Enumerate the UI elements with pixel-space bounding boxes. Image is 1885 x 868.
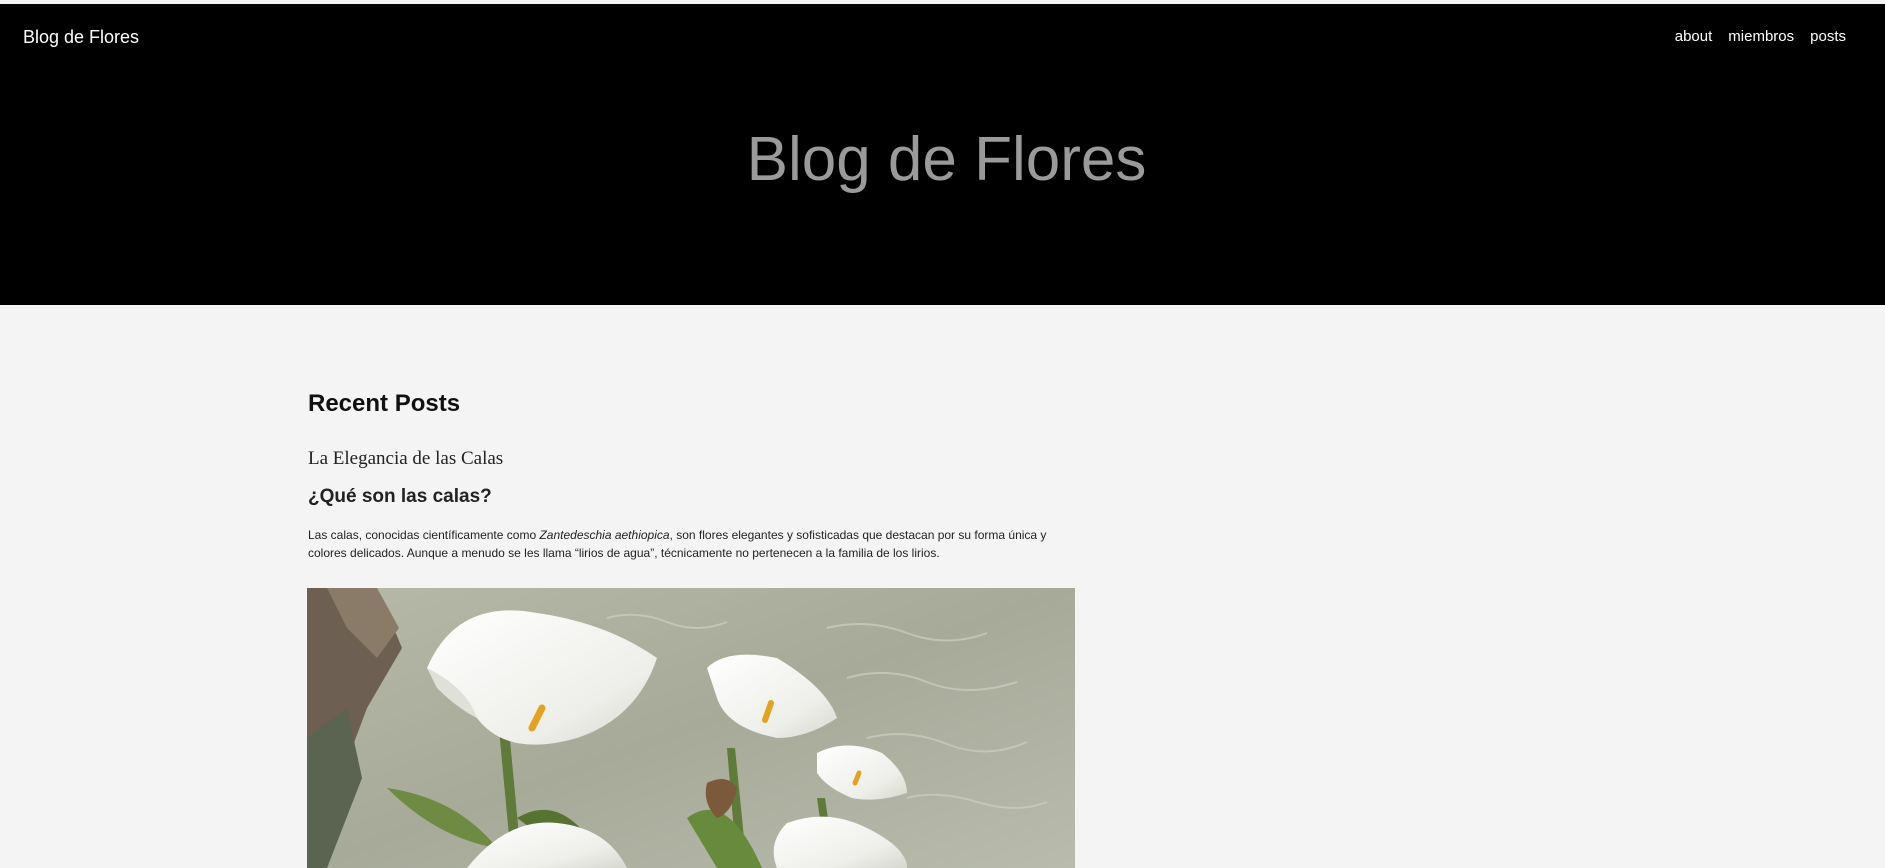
nav-link-about[interactable]: about [1675,28,1713,45]
site-header: Blog de Flores about miembros posts Blog… [0,4,1885,305]
post-heading: ¿Qué son las calas? [308,486,492,507]
hero-title: Blog de Flores [746,125,1147,194]
calla-lily-photo [307,588,1075,868]
nav-link-posts[interactable]: posts [1810,28,1846,45]
post-excerpt-scientific-name: Zantedeschia aethiopica [539,528,670,542]
main-content: Recent Posts La Elegancia de las Calas ¿… [308,390,1075,562]
calla-lily-illustration [307,588,1075,868]
post-excerpt: Las calas, conocidas científicamente com… [308,526,1075,562]
site-brand-link[interactable]: Blog de Flores [23,27,139,48]
section-title: Recent Posts [308,390,461,417]
nav-link-miembros[interactable]: miembros [1728,28,1794,45]
post-excerpt-start: Las calas, conocidas científicamente com… [308,528,540,542]
main-nav: about miembros posts [1675,28,1846,45]
post-title-link[interactable]: La Elegancia de las Calas [308,448,1075,470]
